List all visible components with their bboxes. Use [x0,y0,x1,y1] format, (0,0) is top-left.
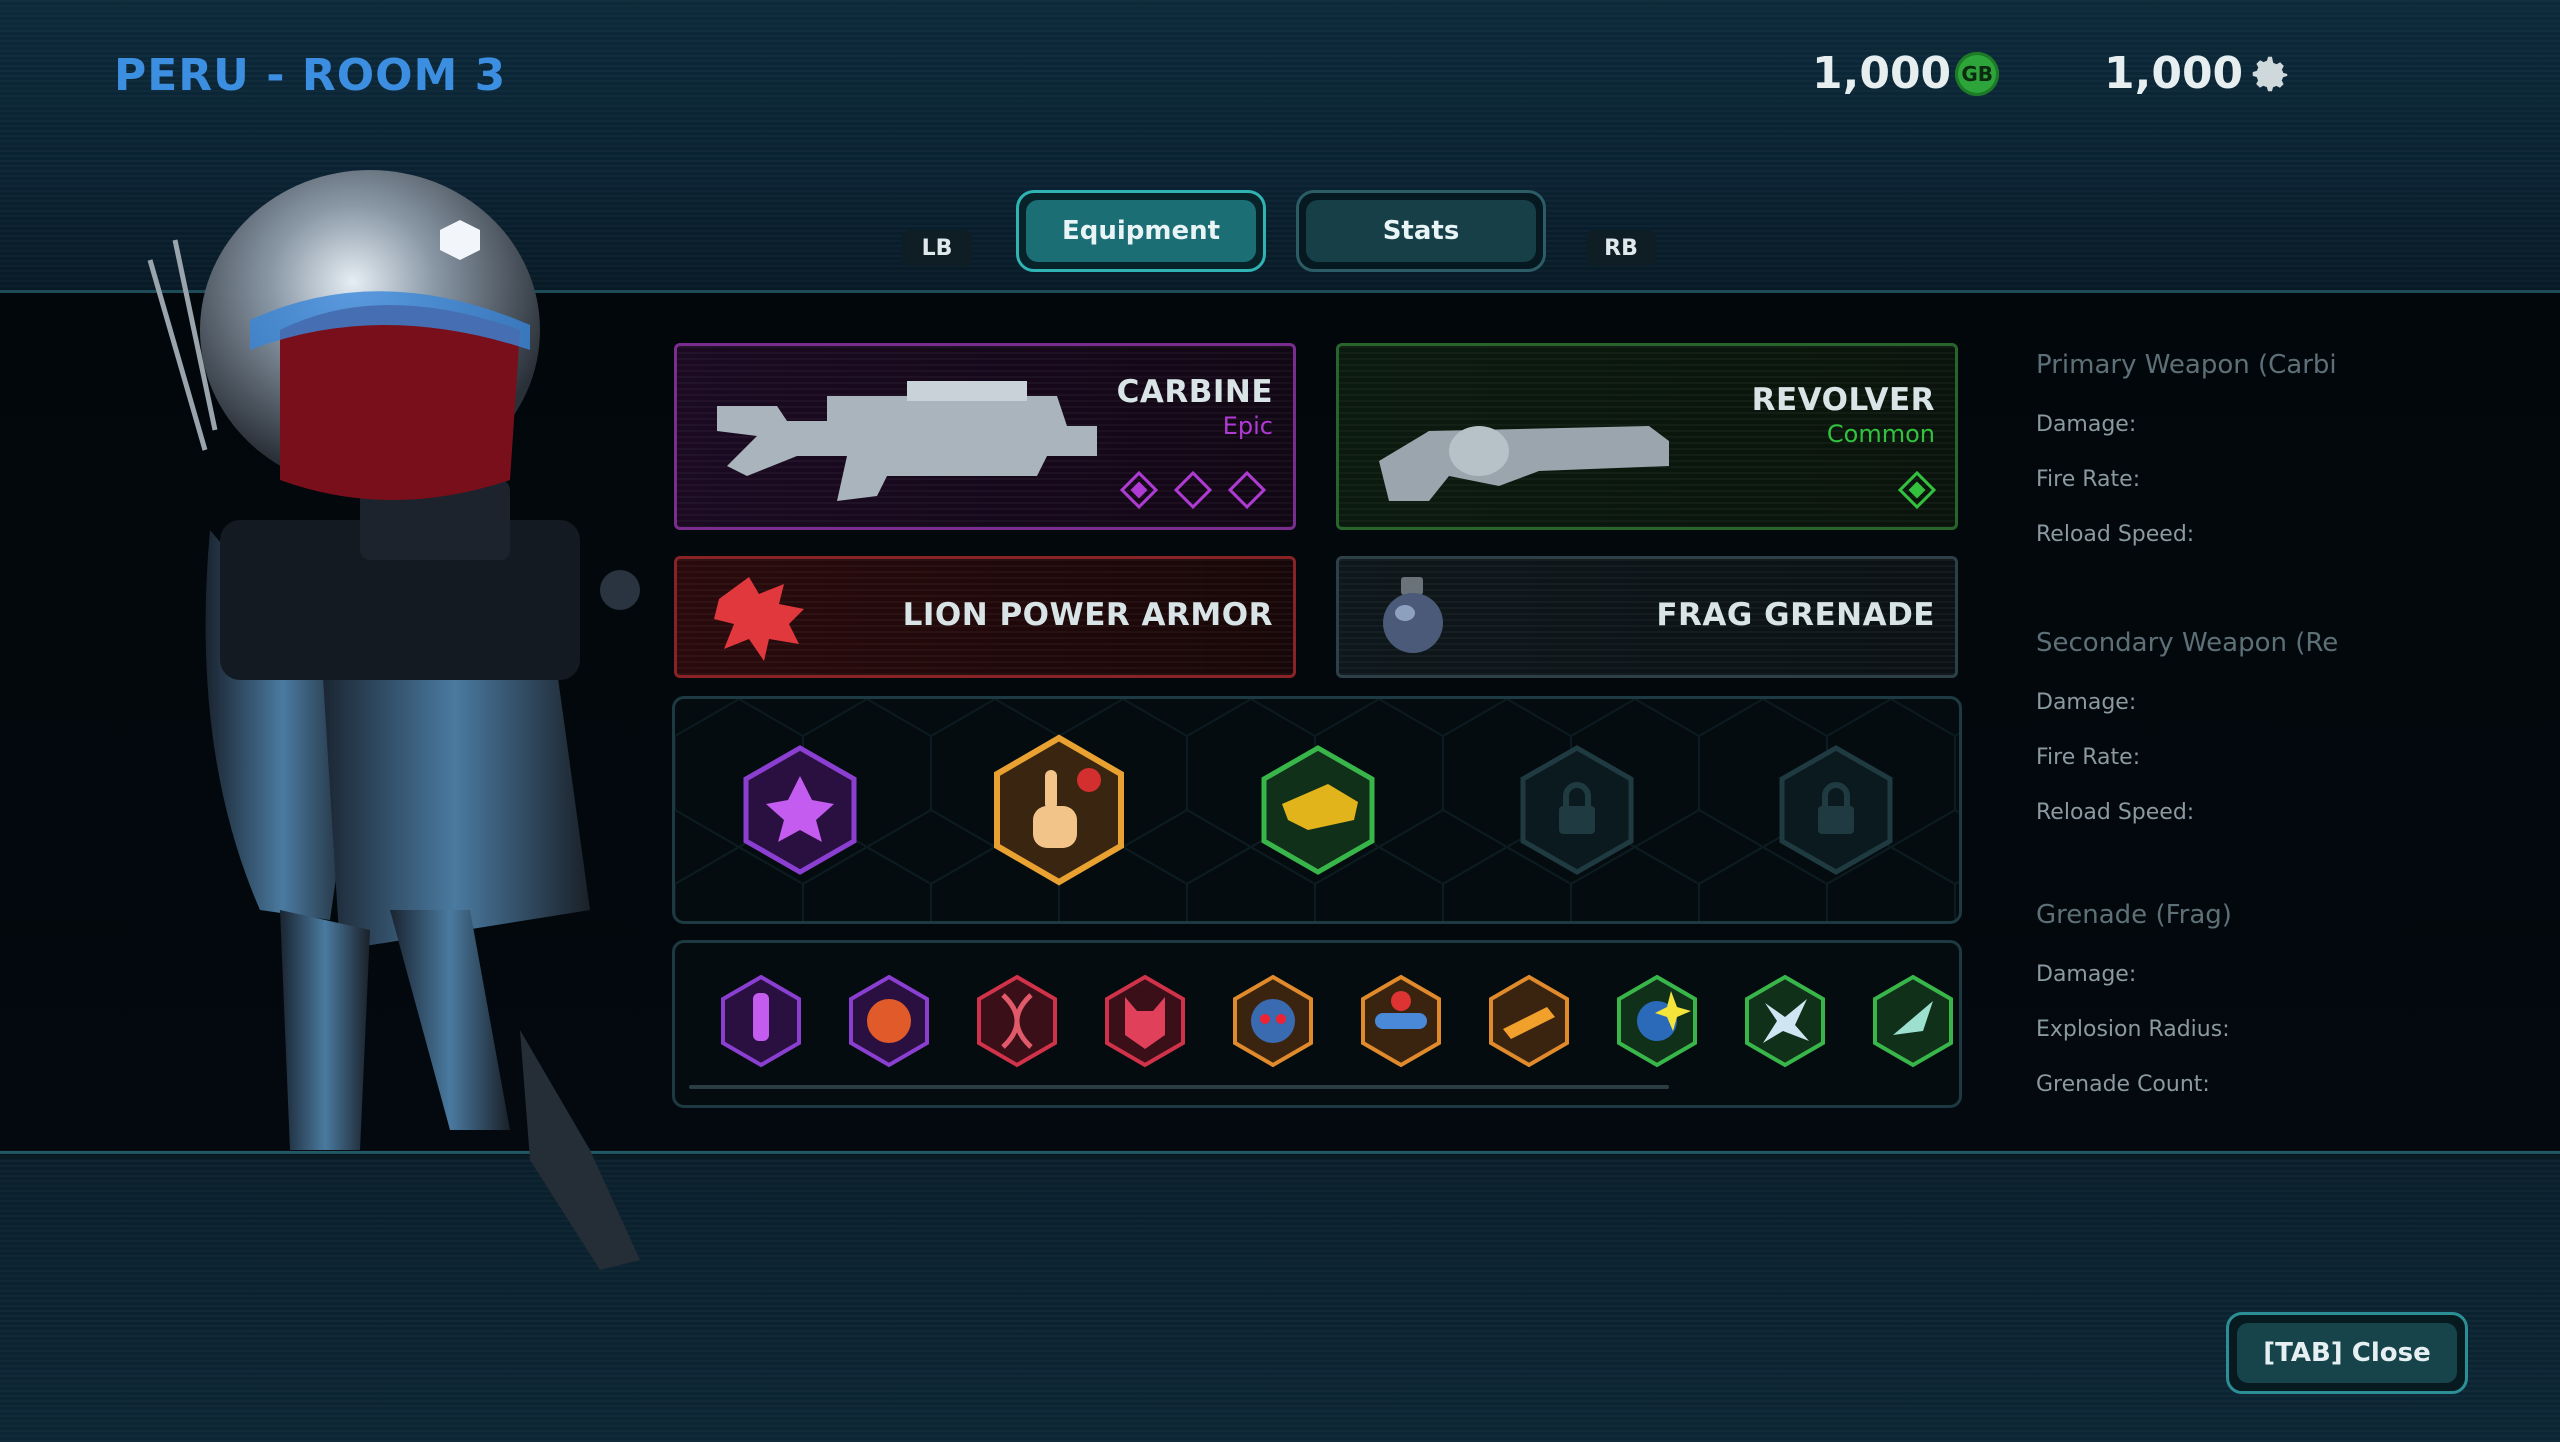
ability-slot-3 [1261,745,1375,875]
slot-empty-icon [1173,470,1213,510]
gb-currency: 1,000 GB [1812,48,2000,99]
primary-slot-indicators [1119,470,1267,510]
grenade-damage-label: Damage: [2036,962,2137,987]
goggles-icon [1375,1013,1427,1029]
robot-face-icon [1251,999,1295,1043]
ability-slot-1 [743,745,857,875]
revolver-icon [1379,426,1669,501]
ability-slots [743,734,1893,886]
gb-amount: 1,000 [1812,48,1952,99]
perk-10 [1873,974,1953,1068]
grenade-name: FRAG GRENADE [1656,597,1935,633]
armor-card[interactable]: LION POWER ARMOR [674,556,1296,678]
grenade-card[interactable]: FRAG GRENADE [1336,556,1958,678]
secondary-slot-indicators [1897,470,1937,510]
close-button[interactable]: [TAB] Close [2226,1312,2468,1394]
gear-amount: 1,000 [2104,48,2244,99]
ability-slot-2 [994,734,1124,886]
slot-filled-icon [1897,470,1937,510]
secondary-weapon-card[interactable]: REVOLVER Common [1336,343,1958,530]
angry-face-icon [867,999,911,1043]
primary-damage-label: Damage: [2036,412,2137,437]
perk-list [689,974,1953,1089]
grenade-stats-title: Grenade (Frag) [2036,900,2232,930]
perks-panel [672,940,1962,1108]
rb-bumper[interactable]: RB [1586,230,1656,266]
perk-9 [1745,974,1825,1068]
ability-slot-4-locked [1520,745,1634,875]
gear-icon [2252,56,2288,91]
gb-coin-icon: GB [1955,51,2000,96]
slot-filled-icon [1119,470,1159,510]
stats-sidebar: Primary Weapon (Carbi Damage: Fire Rate:… [2036,350,2356,1110]
primary-weapon-card[interactable]: CARBINE Epic [674,343,1296,530]
primary-fire-rate-label: Fire Rate: [2036,467,2141,492]
secondary-reload-label: Reload Speed: [2036,800,2195,825]
perk-scrollbar[interactable] [689,1085,1669,1089]
abilities-panel [672,696,1962,924]
tab-stats-label: Stats [1306,200,1536,262]
ability-slot-5-locked [1779,745,1893,875]
secondary-fire-rate-label: Fire Rate: [2036,745,2141,770]
gear-currency: 1,000 [2104,48,2293,99]
secondary-weapon-rarity: Common [1826,420,1935,448]
secondary-weapon-name: REVOLVER [1751,382,1935,418]
primary-reload-label: Reload Speed: [2036,522,2195,547]
perk-3 [977,974,1057,1068]
page-title: PERU - ROOM 3 [114,50,507,101]
slot-empty-icon [1227,470,1267,510]
primary-weapon-name: CARBINE [1116,374,1273,410]
secondary-damage-label: Damage: [2036,690,2137,715]
perk-7 [1489,974,1569,1068]
close-button-label: [TAB] Close [2237,1323,2457,1383]
primary-weapon-rarity: Epic [1222,412,1273,440]
carbine-icon [717,381,1097,501]
lb-bumper[interactable]: LB [902,230,972,266]
character-model [147,170,640,1270]
grenade-radius-label: Explosion Radius: [2036,1017,2230,1042]
perk-8 [1617,974,1697,1068]
armor-name: LION POWER ARMOR [902,597,1273,633]
secondary-stats-title: Secondary Weapon (Re [2036,628,2339,658]
tab-equipment[interactable]: Equipment [1016,190,1266,272]
perk-2 [849,974,929,1068]
vial-icon [753,993,769,1041]
grenade-count-label: Grenade Count: [2036,1072,2210,1097]
perk-4 [1105,974,1185,1068]
lion-head-icon [714,577,804,661]
primary-stats-title: Primary Weapon (Carbi [2036,350,2337,380]
perk-6 [1361,974,1441,1068]
tab-equipment-label: Equipment [1026,200,1256,262]
tab-stats[interactable]: Stats [1296,190,1546,272]
perk-5 [1233,974,1313,1068]
perk-1 [721,974,801,1068]
grenade-icon [1383,577,1443,653]
